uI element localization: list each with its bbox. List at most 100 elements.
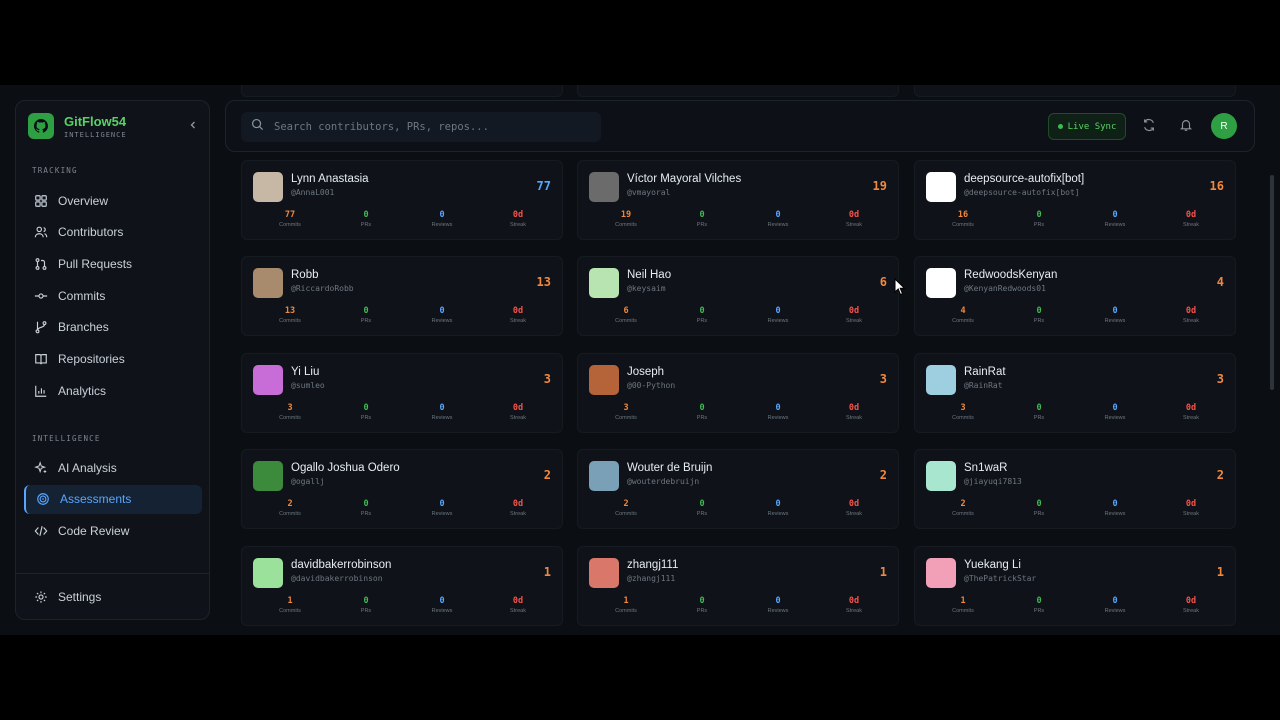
user-avatar[interactable]: R <box>1211 113 1237 139</box>
sidebar-item-branches[interactable]: Branches <box>24 313 202 342</box>
stat-value: 0 <box>1036 210 1042 220</box>
stat-label: Commits <box>952 222 974 228</box>
sidebar-item-pull-requests[interactable]: Pull Requests <box>24 249 202 278</box>
contributor-handle: @vmayoral <box>627 188 671 197</box>
contributor-avatar <box>926 268 956 298</box>
live-sync-button[interactable]: Live Sync <box>1048 113 1126 140</box>
sidebar-item-overview[interactable]: Overview <box>24 186 202 215</box>
brand-name: GitFlow54 <box>64 113 127 129</box>
contributor-score: 1 <box>543 565 551 579</box>
contributor-avatar <box>253 172 283 202</box>
stat-value: 0 <box>439 210 445 220</box>
contributor-card[interactable]: Yuekang Li @ThePatrickStar 1 1 Commits 0 PRs 0 R… <box>914 546 1236 626</box>
stat-prs: 0 PRs <box>1019 596 1059 614</box>
stat-value: 3 <box>623 403 629 413</box>
stat-label: PRs <box>1033 415 1045 421</box>
sidebar-item-settings[interactable]: Settings <box>24 582 202 611</box>
contributor-card[interactable]: Neil Hao @keysaim 6 6 Commits 0 PRs 0 Reviews 0d S… <box>577 256 899 336</box>
stat-value: 0 <box>439 596 445 606</box>
stat-reviews: 0 Reviews <box>758 306 798 324</box>
contributor-card-peek[interactable]: @jrosseel100 <box>914 85 1236 97</box>
stat-value: 0 <box>775 306 781 316</box>
contributor-card[interactable]: Sn1waR @jiayuqi7813 2 2 Commits 0 PRs 0 Reviews 0… <box>914 449 1236 529</box>
stat-label: Reviews <box>767 511 789 517</box>
bell-icon[interactable] <box>1176 115 1196 135</box>
contributor-name: Sn1waR <box>964 462 1008 474</box>
contributor-card[interactable]: deepsource-autofix[bot] @deepsource-autof… <box>914 160 1236 240</box>
contributor-card[interactable]: Víctor Mayoral Vilches @vmayoral 19 19 Commi… <box>577 160 899 240</box>
contributor-avatar <box>253 365 283 395</box>
contributor-score: 3 <box>1216 372 1224 386</box>
contributor-name: davidbakerrobinson <box>291 559 392 571</box>
collapse-sidebar-icon[interactable] <box>188 119 198 133</box>
contributor-card[interactable]: Yi Liu @sumleo 3 3 Commits 0 PRs 0 Reviews 0d Stre… <box>241 353 563 433</box>
sidebar-item-contributors[interactable]: Contributors <box>24 218 202 247</box>
contributor-name: Joseph <box>627 366 665 378</box>
stat-label: Streak <box>846 318 862 324</box>
stat-commits: 16 Commits <box>943 210 983 228</box>
contributor-card-peek[interactable]: @IanOdhiambo9100 <box>577 85 899 97</box>
stat-commits: 3 Commits <box>270 403 310 421</box>
contributor-name: Yuekang Li <box>964 559 1021 571</box>
grid-icon <box>34 194 48 208</box>
sidebar-item-analytics[interactable]: Analytics <box>24 376 202 405</box>
scrollbar[interactable] <box>1270 175 1274 390</box>
stat-label: Streak <box>1183 415 1199 421</box>
stat-label: PRs <box>1033 318 1045 324</box>
stat-value: 2 <box>287 499 293 509</box>
sidebar-item-ai-analysis[interactable]: AI Analysis <box>24 453 202 482</box>
stat-value: 0 <box>363 596 369 606</box>
sidebar-item-label: Repositories <box>58 352 125 366</box>
contributor-card[interactable]: davidbakerrobinson @davidbakerrobinson 1 1 C… <box>241 546 563 626</box>
sidebar-item-assessments[interactable]: Assessments <box>24 484 202 514</box>
contributor-card[interactable]: Ogallo Joshua Odero @ogallj 2 2 Commits 0 PRs 0… <box>241 449 563 529</box>
stat-label: Streak <box>1183 511 1199 517</box>
stat-label: Commits <box>615 222 637 228</box>
contributor-card[interactable]: Robb @RiccardoRobb 13 13 Commits 0 PRs 0 Reviews… <box>241 256 563 336</box>
stat-label: Commits <box>615 511 637 517</box>
refresh-icon[interactable] <box>1139 115 1159 135</box>
stat-label: PRs <box>360 511 372 517</box>
stat-streak: 0d Streak <box>498 596 538 614</box>
stat-label: Streak <box>846 511 862 517</box>
stat-value: 0d <box>848 499 860 509</box>
contributor-card-peek[interactable]: @GreyDGL100 <box>241 85 563 97</box>
stat-label: Streak <box>846 415 862 421</box>
stat-value: 0d <box>1185 403 1197 413</box>
search-input[interactable]: Search contributors, PRs, repos... <box>241 112 601 142</box>
gear-icon <box>34 590 48 604</box>
contributor-card[interactable]: zhangj111 @zhangj111 1 1 Commits 0 PRs 0 Reviews… <box>577 546 899 626</box>
stat-streak: 0d Streak <box>834 403 874 421</box>
stat-value: 0 <box>1112 596 1118 606</box>
stat-label: PRs <box>696 318 708 324</box>
stat-value: 0d <box>512 596 524 606</box>
stat-streak: 0d Streak <box>498 403 538 421</box>
contributor-card[interactable]: RainRat @RainRat 3 3 Commits 0 PRs 0 Reviews 0d St… <box>914 353 1236 433</box>
sidebar-item-repositories[interactable]: Repositories <box>24 345 202 374</box>
contributor-avatar <box>926 172 956 202</box>
stat-value: 0 <box>363 403 369 413</box>
sidebar-item-label: Analytics <box>58 383 107 398</box>
search-placeholder: Search contributors, PRs, repos... <box>274 121 489 133</box>
contributor-card[interactable]: Joseph @00-Python 3 3 Commits 0 PRs 0 Reviews 0d S… <box>577 353 899 433</box>
sidebar-item-commits[interactable]: Commits <box>24 281 202 310</box>
stat-label: Commits <box>615 608 637 614</box>
stat-label: Commits <box>279 222 301 228</box>
stat-label: PRs <box>1033 222 1045 228</box>
contributor-avatar <box>253 268 283 298</box>
contributor-card[interactable]: RedwoodsKenyan @KenyanRedwoods01 4 4 Commits… <box>914 256 1236 336</box>
stat-value: 0d <box>848 596 860 606</box>
stat-label: PRs <box>696 415 708 421</box>
contributor-score: 6 <box>879 275 887 289</box>
contributor-card[interactable]: Wouter de Bruijn @wouterdebruijn 2 2 Commits… <box>577 449 899 529</box>
pull-request-icon <box>34 257 48 271</box>
stat-label: Reviews <box>1104 608 1126 614</box>
stat-value: 6 <box>623 306 629 316</box>
stat-value: 0 <box>1112 499 1118 509</box>
sidebar-item-code-review[interactable]: Code Review <box>24 516 202 545</box>
contributor-card[interactable]: Lynn Anastasia @AnnaL001 77 77 Commits 0 PRs 0 R… <box>241 160 563 240</box>
stat-streak: 0d Streak <box>1171 306 1211 324</box>
book-icon <box>34 352 48 366</box>
stat-value: 0 <box>1036 306 1042 316</box>
stat-label: Streak <box>510 415 526 421</box>
